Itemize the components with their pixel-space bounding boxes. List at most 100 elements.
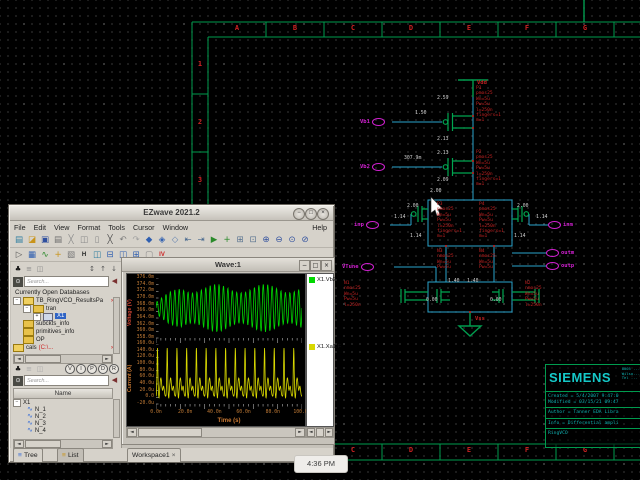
toolbar-icon[interactable]: ⊕ (260, 234, 272, 246)
filter-r-button[interactable]: R (109, 364, 119, 374)
minimize-button[interactable]: − (293, 208, 305, 220)
scroll-left-arrow[interactable]: ◄ (307, 428, 315, 437)
toolbar-icon[interactable]: ▧ (65, 249, 77, 261)
signal-search-input[interactable] (24, 375, 109, 386)
toolbar-icon[interactable]: ◆ (143, 234, 155, 246)
toolbar-icon[interactable]: ◪ (26, 234, 38, 246)
filter-d-button[interactable]: D (98, 364, 108, 374)
toolbar-icon[interactable]: ◫ (78, 234, 90, 246)
scroll-left-arrow[interactable]: ◄ (14, 440, 24, 448)
toolbar-icon[interactable]: ⊘ (299, 234, 311, 246)
wave-restore-button[interactable]: □ (310, 260, 321, 271)
workspace-close-icon[interactable]: × (172, 452, 176, 459)
legend-item[interactable]: X1.Vb2 (309, 277, 336, 283)
close-button[interactable]: × (317, 208, 329, 220)
wave-close-button[interactable]: × (321, 260, 332, 271)
menu-tools[interactable]: Tools (104, 223, 129, 232)
maximize-button[interactable]: □ (305, 208, 317, 220)
filter-v-button[interactable]: V (65, 364, 75, 374)
menu-edit[interactable]: Edit (30, 223, 50, 232)
scroll-right-arrow[interactable]: ► (325, 428, 333, 437)
toolbar-icon[interactable]: ⇤ (182, 234, 194, 246)
toolbar-icon[interactable]: ◇ (169, 234, 181, 246)
scroll-thumb[interactable] (25, 440, 61, 448)
expand-toggle[interactable]: − (13, 297, 21, 305)
clear-filter-icon[interactable]: ◀ (110, 277, 119, 286)
sidebar-toolbar-icon[interactable]: ≡ (24, 264, 34, 274)
clear-filter-icon[interactable]: ◀ (110, 376, 119, 385)
sidebar-toolbar-icon[interactable]: ♣ (13, 264, 23, 274)
scroll-right-arrow[interactable]: ► (295, 428, 305, 437)
scroll-right-arrow[interactable]: ► (102, 440, 112, 448)
toolbar-icon[interactable]: ⇥ (195, 234, 207, 246)
toolbar-icon[interactable]: ╳ (104, 234, 116, 246)
tree-vscrollbar[interactable] (113, 297, 120, 354)
window-titlebar[interactable]: EZwave 2021.2 − □ × (10, 206, 333, 221)
filter-i-button[interactable]: I (76, 364, 86, 374)
tree-item-subckts_info[interactable]: subckts_info (13, 320, 113, 328)
tab-list[interactable]: ≡List (57, 448, 84, 462)
toolbar-icon[interactable]: ▶ (208, 234, 220, 246)
toolbar-icon[interactable]: ⊙ (286, 234, 298, 246)
toolbar-icon[interactable]: ▤ (52, 234, 64, 246)
toolbar-icon[interactable]: ▤ (13, 234, 25, 246)
toolbar-icon[interactable]: ▣ (39, 234, 51, 246)
legend-item[interactable]: X1.Xa1.F (309, 344, 341, 350)
toolbar-icon[interactable]: ↶ (117, 234, 129, 246)
sidebar-toolbar-icon[interactable]: ↓ (109, 264, 119, 274)
scroll-thumb[interactable] (25, 355, 61, 363)
toolbar-icon[interactable]: ⊖ (273, 234, 285, 246)
scroll-thumb[interactable] (138, 428, 202, 437)
scroll-left-arrow[interactable]: ◄ (127, 428, 137, 437)
sidebar-toolbar-icon[interactable]: ◫ (35, 264, 45, 274)
menu-help[interactable]: Help (306, 223, 333, 232)
toolbar-icon[interactable]: ◈ (156, 234, 168, 246)
toolbar-icon[interactable]: ▦ (26, 249, 38, 261)
signal-item-n_4[interactable]: ∿N_4 (13, 427, 113, 434)
menu-format[interactable]: Format (73, 223, 104, 232)
sidebar-toolbar-icon[interactable]: ♣ (13, 364, 23, 374)
tree-item-primitives_info[interactable]: primitives_info (13, 328, 113, 336)
toolbar-icon[interactable]: ▯ (91, 234, 103, 246)
expand-toggle[interactable]: − (23, 305, 31, 313)
toolbar-icon[interactable]: ⊟ (104, 249, 116, 261)
sidebar-toolbar-icon[interactable]: ↕ (87, 264, 97, 274)
toolbar-icon[interactable]: ⊡ (247, 234, 259, 246)
wave-minimize-button[interactable]: − (299, 260, 310, 271)
tree-item-tran[interactable]: −tran (13, 305, 113, 313)
menu-cursor[interactable]: Cursor (129, 223, 159, 232)
current-plot[interactable] (156, 344, 302, 410)
scroll-thumb[interactable] (316, 428, 325, 437)
expand-toggle[interactable]: − (13, 399, 21, 407)
toolbar-icon[interactable]: H (78, 249, 90, 261)
toolbar-icon[interactable]: ╳ (65, 234, 77, 246)
filter-p-button[interactable]: P (87, 364, 97, 374)
name-column-header[interactable]: Name (13, 388, 113, 399)
tree-item-op[interactable]: OP (13, 336, 113, 344)
toolbar-icon[interactable]: + (52, 249, 64, 261)
sidebar-toolbar-icon[interactable]: ◫ (35, 364, 45, 374)
toolbar-icon[interactable]: + (221, 234, 233, 246)
expand-toggle[interactable]: + (33, 313, 41, 321)
toolbar-icon[interactable]: ◫ (91, 249, 103, 261)
voltage-plot[interactable] (156, 278, 302, 344)
scroll-left-arrow[interactable]: ◄ (14, 355, 24, 363)
tab-tree[interactable]: ≡Tree (13, 448, 43, 462)
tree-item-x1[interactable]: +X1 (13, 313, 113, 321)
toolbar-icon[interactable]: ↷ (130, 234, 142, 246)
sidebar-toolbar-icon[interactable]: ≡ (24, 364, 34, 374)
tree-item-tb_ringvco_resultspa[interactable]: −TB_RingVCO_ResultsPa› (13, 297, 113, 305)
wave-titlebar[interactable]: Wave:1 − □ × (122, 258, 334, 272)
sidebar-toolbar-icon[interactable]: ↑ (98, 264, 108, 274)
menu-file[interactable]: File (10, 223, 30, 232)
toolbar-icon[interactable]: ▷ (13, 249, 25, 261)
menu-window[interactable]: Window (159, 223, 193, 232)
database-search-input[interactable] (24, 276, 109, 287)
toolbar-icon[interactable]: ∿ (39, 249, 51, 261)
workspace-tab[interactable]: Workspace1 × (127, 448, 181, 462)
menu-view[interactable]: View (50, 223, 73, 232)
signal-vscrollbar[interactable] (113, 399, 120, 438)
chart-hscrollbar[interactable]: ◄► (126, 427, 306, 438)
legend-hscrollbar[interactable]: ◄► (306, 427, 334, 438)
scroll-right-arrow[interactable]: ► (102, 355, 112, 363)
